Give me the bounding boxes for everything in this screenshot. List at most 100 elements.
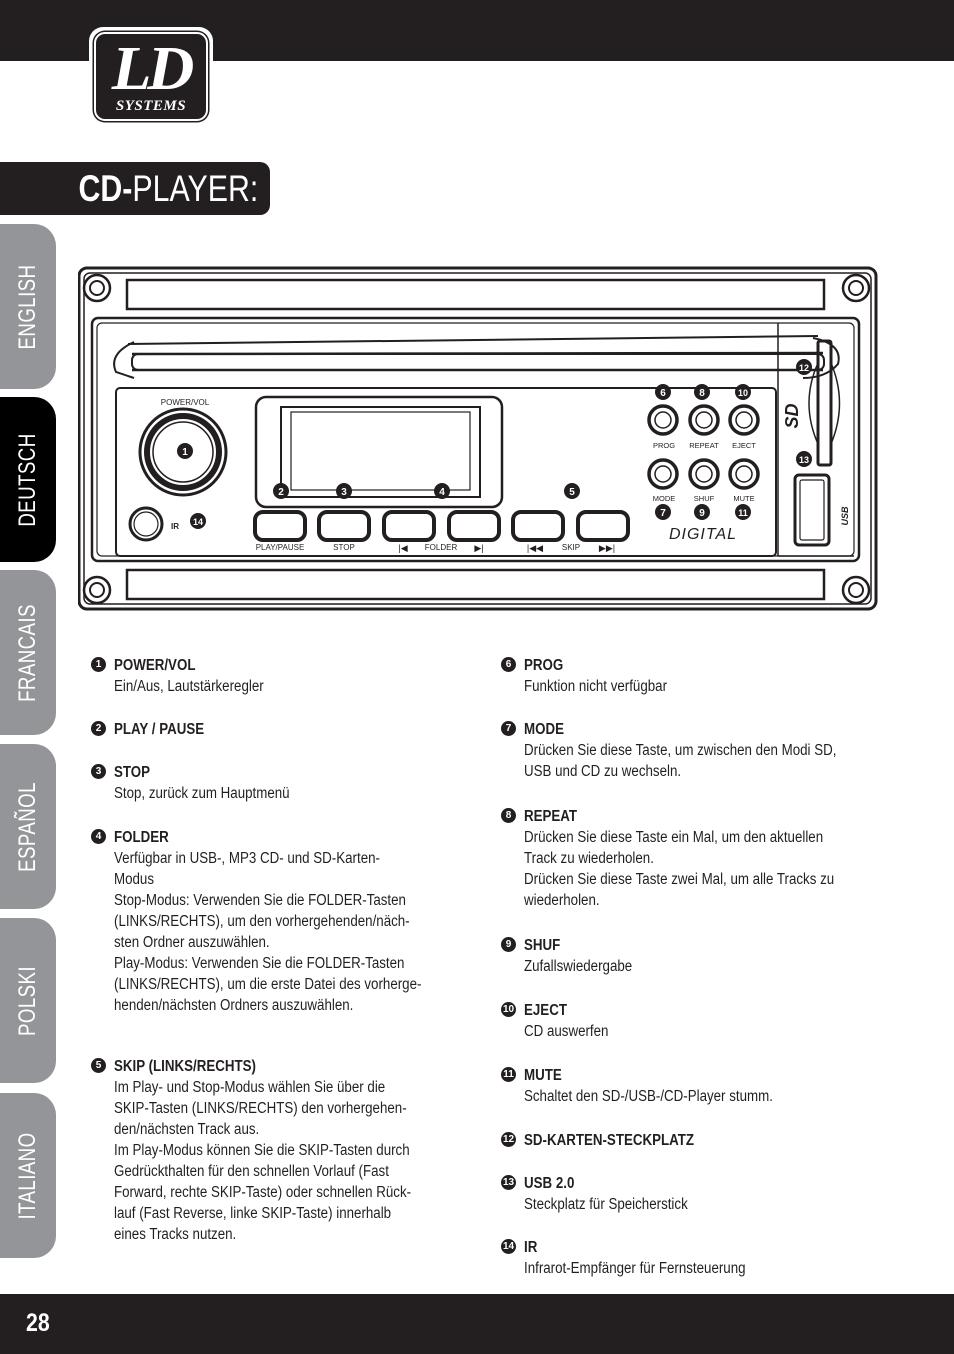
ld-systems-logo: LD SYSTEMS: [89, 27, 213, 126]
item-heading: POWER/VOL: [114, 657, 196, 674]
lang-tab-italiano[interactable]: ITALIANO: [0, 1093, 56, 1258]
folder-next-icon: ▶|: [474, 543, 483, 553]
cd-player-diagram: POWER/VOL IR PLAY/PAUSE STOP FOLDER SKIP…: [78, 266, 878, 611]
number-badge: 13: [501, 1175, 516, 1190]
svg-text:10: 10: [738, 388, 748, 398]
section-title: CD-PLAYER:: [78, 167, 258, 211]
item-heading: EJECT: [524, 1002, 567, 1019]
label-mode: MODE: [653, 494, 676, 503]
shuf-button: [688, 458, 720, 490]
callout-10: 10: [735, 384, 751, 400]
prog-button: [647, 404, 679, 436]
item-description: Zufallswiedergabe: [524, 958, 633, 975]
number-badge: 3: [91, 764, 106, 779]
item-description: Funktion nicht verfügbar: [524, 678, 668, 695]
number-badge: 7: [501, 721, 516, 736]
item-description: Im Play- und Stop-Modus wählen Sie über …: [114, 1079, 412, 1243]
item-heading: SD-KARTEN-STECKPLATZ: [524, 1132, 695, 1149]
lang-tab-francais[interactable]: FRANCAIS: [0, 570, 56, 735]
logo-subtitle: SYSTEMS: [115, 98, 187, 114]
number-badge: 4: [91, 829, 106, 844]
item-heading: MODE: [524, 721, 564, 738]
cd-slot: [131, 353, 825, 371]
skip-next-icon: ▶▶|: [599, 543, 615, 553]
number-badge: 2: [91, 721, 106, 736]
skip-next-button: [576, 510, 630, 542]
lang-tab-deutsch[interactable]: DEUTSCH: [0, 397, 56, 562]
lang-tab-label: POLSKI: [14, 965, 41, 1036]
folder-prev-button: [382, 510, 436, 542]
svg-text:6: 6: [660, 388, 666, 399]
label-stop: STOP: [333, 543, 355, 552]
usb-logo: USB: [840, 506, 850, 526]
item-heading: IR: [524, 1239, 538, 1256]
svg-text:9: 9: [699, 508, 705, 519]
item-description: Verfügbar in USB-, MP3 CD- und SD-Karten…: [114, 850, 422, 1014]
screw-bottom-right: [841, 575, 871, 605]
screw-bottom-left: [82, 575, 112, 605]
callout-5: 5: [564, 483, 580, 499]
lang-tab-label: ESPAÑOL: [14, 781, 41, 872]
item-description: CD auswerfen: [524, 1023, 609, 1040]
mute-button: [728, 458, 760, 490]
item-heading: STOP: [114, 764, 151, 781]
number-badge: 5: [91, 1058, 106, 1073]
repeat-button: [688, 404, 720, 436]
svg-text:7: 7: [660, 508, 666, 519]
callout-6: 6: [655, 384, 671, 400]
eject-button: [728, 404, 760, 436]
callout-7: 7: [655, 504, 671, 520]
folder-prev-icon: |◀: [398, 543, 407, 553]
display-screen: [290, 411, 471, 491]
svg-text:5: 5: [569, 487, 575, 498]
number-badge: 11: [501, 1067, 516, 1082]
number-badge: 9: [501, 937, 516, 952]
svg-text:13: 13: [799, 455, 809, 465]
ir-receiver: [128, 506, 164, 542]
item-heading: FOLDER: [114, 829, 169, 846]
item-description: Drücken Sie diese Taste, um zwischen den…: [524, 742, 837, 780]
mode-button: [647, 458, 679, 490]
item-heading: REPEAT: [524, 808, 578, 825]
item-heading: SHUF: [524, 937, 561, 954]
svg-text:12: 12: [799, 363, 809, 373]
lang-tab-english[interactable]: ENGLISH: [0, 224, 56, 389]
label-eject: EJECT: [732, 441, 756, 450]
label-shuf: SHUF: [694, 494, 715, 503]
play-pause-button: [253, 510, 307, 542]
item-heading: USB 2.0: [524, 1175, 575, 1192]
svg-text:14: 14: [193, 517, 203, 527]
section-title-bar: CD-PLAYER:: [0, 162, 270, 215]
lang-tab-label: FRANCAIS: [14, 603, 41, 702]
sd-logo: SD: [782, 403, 802, 428]
svg-text:11: 11: [738, 508, 748, 518]
label-ir: IR: [171, 522, 179, 531]
skip-prev-button: [511, 510, 565, 542]
label-prog: PROG: [653, 441, 675, 450]
number-badge: 14: [501, 1239, 516, 1254]
label-repeat: REPEAT: [689, 441, 719, 450]
callout-4: 4: [434, 483, 450, 499]
callout-1: 1: [177, 443, 193, 459]
logo-brand: LD: [111, 35, 195, 103]
footer-bar: 28: [0, 1294, 954, 1354]
svg-text:8: 8: [699, 388, 705, 399]
item-heading: PROG: [524, 657, 564, 674]
callout-9: 9: [694, 504, 710, 520]
skip-prev-icon: |◀◀: [527, 543, 543, 553]
lang-tab-espanol[interactable]: ESPAÑOL: [0, 744, 56, 909]
callout-11: 11: [735, 504, 751, 520]
item-description: Stop, zurück zum Hauptmenü: [114, 785, 290, 802]
screw-top-left: [82, 273, 112, 303]
number-badge: 10: [501, 1002, 516, 1017]
item-description: Steckplatz für Speicherstick: [524, 1196, 688, 1213]
folder-next-button: [447, 510, 501, 542]
item-description: Infrarot-Empfänger für Fernsteuerung: [524, 1260, 746, 1277]
label-folder: FOLDER: [425, 543, 458, 552]
digital-logo: DIGITAL: [669, 526, 737, 543]
number-badge: 1: [91, 657, 106, 672]
title-bold: CD-: [78, 168, 133, 209]
svg-text:3: 3: [341, 487, 347, 498]
lang-tab-polski[interactable]: POLSKI: [0, 918, 56, 1083]
item-heading: PLAY / PAUSE: [114, 721, 205, 738]
